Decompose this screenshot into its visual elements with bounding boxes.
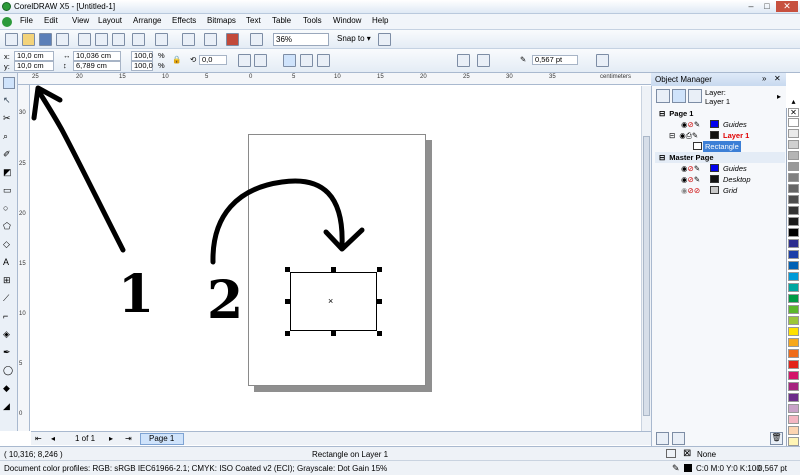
delete-icon[interactable]: 🗑 (770, 432, 783, 445)
selection-info: Rectangle on Layer 1 (312, 450, 389, 459)
palette-color-swatch[interactable] (788, 162, 799, 171)
new-layer-icon[interactable] (656, 432, 669, 445)
palette-color-swatch[interactable] (788, 151, 799, 160)
palette-color-swatch[interactable] (788, 294, 799, 303)
tree-item-grid[interactable]: ◉⊘⊘ Grid (655, 185, 785, 196)
palette-color-swatch[interactable] (788, 272, 799, 281)
palette-color-swatch[interactable] (788, 228, 799, 237)
layer-label: Layer: (705, 88, 726, 97)
layer-color-swatch (710, 131, 719, 139)
no-color-swatch[interactable]: ✕ (788, 108, 799, 117)
palette-color-swatch[interactable] (788, 360, 799, 369)
expand-icon[interactable]: ⊟ (659, 153, 665, 162)
new-master-layer-icon[interactable] (672, 432, 685, 445)
edit-lock-icon[interactable]: ✎ (694, 164, 700, 173)
no-fill-icon: ⊠ (683, 448, 692, 459)
palette-color-swatch[interactable] (788, 316, 799, 325)
palette-color-swatch[interactable] (788, 184, 799, 193)
tree-label: Guides (723, 164, 747, 173)
layer-color-swatch (710, 186, 719, 194)
palette-color-swatch[interactable] (788, 195, 799, 204)
tree-label: Layer 1 (723, 131, 750, 140)
rectangle-object-icon (693, 142, 702, 150)
palette-color-swatch[interactable] (788, 426, 799, 435)
prev-page-icon[interactable]: ◂ (51, 434, 55, 443)
tree-label: Guides (723, 120, 747, 129)
tree-label: Grid (723, 186, 738, 195)
tree-item-layer-1[interactable]: ⊟ ◉⎙✎ Layer 1 (655, 130, 785, 141)
outline-pen-status-icon: ✎ (672, 463, 680, 473)
palette-color-swatch[interactable] (788, 140, 799, 149)
tree-item-master-guides[interactable]: ◉⊘✎ Guides (655, 163, 785, 174)
cursor-coordinates: ( 10,316; 8,246 ) (4, 450, 63, 459)
palette-color-swatch[interactable] (788, 118, 799, 127)
tree-item-desktop[interactable]: ◉⊘✎ Desktop (655, 174, 785, 185)
layer-color-swatch (710, 120, 719, 128)
tree-label: Page 1 (669, 109, 694, 118)
palette-color-swatch[interactable] (788, 250, 799, 259)
tree-label: Desktop (723, 175, 751, 184)
palette-color-swatch[interactable] (788, 239, 799, 248)
palette-color-swatch[interactable] (788, 305, 799, 314)
palette-color-swatch[interactable] (788, 404, 799, 413)
layer-name: Layer 1 (705, 97, 731, 106)
status-bar: ( 10,316; 8,246 ) Rectangle on Layer 1 ⊠… (0, 446, 800, 460)
palette-color-swatch[interactable] (788, 393, 799, 402)
docker-collapse-icon[interactable]: » (762, 74, 766, 83)
fill-value: None (697, 450, 717, 459)
arrow-1-shaft (35, 87, 126, 253)
tree-label: Master Page (669, 153, 714, 162)
show-properties-icon[interactable] (656, 89, 670, 103)
first-page-icon[interactable]: ⇤ (35, 434, 42, 443)
docker-menu-icon[interactable]: ▸ (777, 92, 781, 101)
palette-color-swatch[interactable] (788, 129, 799, 138)
palette-color-swatch[interactable] (788, 206, 799, 215)
edit-lock-icon[interactable]: ✎ (694, 120, 700, 129)
palette-color-swatch[interactable] (788, 217, 799, 226)
outline-width-status: 0,567 pt (758, 464, 787, 473)
layer-color-swatch (710, 164, 719, 172)
layer-color-swatch (710, 175, 719, 183)
last-page-icon[interactable]: ⇥ (125, 434, 132, 443)
outline-color-swatch (684, 464, 692, 472)
palette-color-swatch[interactable] (788, 261, 799, 270)
palette-color-swatch[interactable] (788, 283, 799, 292)
tree-item-page-1[interactable]: ⊟ Page 1 (655, 108, 785, 119)
page-counter: 1 of 1 (75, 434, 96, 443)
palette-color-swatch[interactable] (788, 371, 799, 380)
palette-color-swatch[interactable] (788, 382, 799, 391)
edit-icon[interactable]: ✎ (692, 131, 698, 140)
arrow-2-shaft (210, 178, 345, 265)
tree-item-master-page[interactable]: ⊟ Master Page (655, 152, 785, 163)
palette-color-swatch[interactable] (788, 349, 799, 358)
outline-color-value: C:0 M:0 Y:0 K:100 (696, 464, 761, 473)
tree-label: Rectangle (703, 141, 741, 152)
palette-color-swatch[interactable] (788, 173, 799, 182)
expand-icon[interactable]: ⊟ (659, 109, 665, 118)
next-page-icon[interactable]: ▸ (109, 434, 113, 443)
palette-color-swatch[interactable] (788, 415, 799, 424)
edit-across-layers-icon[interactable] (672, 89, 686, 103)
annotation-label-2: 2 (207, 270, 243, 331)
status-bar-secondary: Document color profiles: RGB: sRGB IEC61… (0, 460, 800, 475)
page-navigator: ⇤ ◂ 1 of 1 ▸ ⇥ (31, 431, 651, 445)
fill-icon (666, 449, 676, 458)
palette-scroll-up-icon[interactable]: ▴ (788, 98, 799, 107)
layer-manager-view-icon[interactable] (688, 89, 702, 103)
edit-disabled-icon[interactable]: ⊘ (694, 186, 700, 195)
color-profiles[interactable]: Document color profiles: RGB: sRGB IEC61… (4, 464, 387, 473)
palette-color-swatch[interactable] (788, 338, 799, 347)
tree-item-guides[interactable]: ◉⊘✎ Guides (655, 119, 785, 130)
page-tab[interactable]: Page 1 (140, 433, 184, 445)
annotation-label-1: 1 (118, 264, 154, 325)
docker-close-icon[interactable]: ✕ (774, 74, 781, 83)
palette-color-swatch[interactable] (788, 437, 799, 446)
edit-lock-icon[interactable]: ✎ (694, 175, 700, 184)
expand-icon[interactable]: ⊟ (669, 131, 675, 140)
palette-color-swatch[interactable] (788, 327, 799, 336)
tree-item-rectangle[interactable]: Rectangle (655, 141, 785, 152)
